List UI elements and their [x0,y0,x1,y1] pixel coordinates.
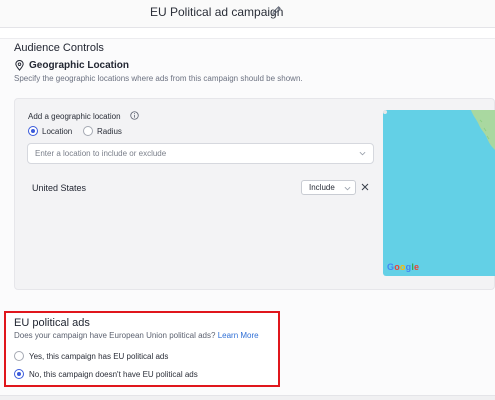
eu-ads-yes-label: Yes, this campaign has EU political ads [29,352,169,361]
bottom-divider [0,395,495,400]
eu-ads-yes-radio[interactable] [14,351,24,361]
location-radio[interactable] [28,126,38,136]
geo-location-description: Specify the geographic locations where a… [14,74,303,83]
map-coastline [383,110,495,150]
learn-more-link[interactable]: Learn More [218,331,259,340]
chevron-down-icon [344,186,351,191]
geo-location-title: Geographic Location [29,60,130,71]
pencil-icon[interactable] [271,5,282,16]
include-exclude-select[interactable]: Include [301,180,356,195]
map-view[interactable] [383,110,495,276]
add-location-label: Add a geographic location [28,112,121,121]
include-select-value: Include [309,183,335,192]
chevron-down-icon[interactable] [359,151,366,156]
map-pin-icon [15,60,24,71]
radius-radio[interactable] [83,126,93,136]
campaign-title: EU Political ad campaign [150,5,284,19]
location-item-name: United States [32,183,87,193]
location-search-input[interactable] [27,143,374,164]
google-logo: Google [387,262,420,272]
eu-political-ads-title: EU political ads [14,317,90,329]
eu-ads-no-radio[interactable] [14,369,24,379]
location-radio-label: Location [42,127,73,136]
close-icon[interactable] [361,183,369,191]
eu-question-text: Does your campaign have European Union p… [14,331,216,340]
eu-ads-no-label: No, this campaign doesn't have EU politi… [29,370,198,379]
eu-political-ads-question: Does your campaign have European Union p… [14,331,259,340]
section-title: Audience Controls [14,42,104,54]
info-icon[interactable] [130,111,139,120]
radius-radio-label: Radius [97,127,122,136]
